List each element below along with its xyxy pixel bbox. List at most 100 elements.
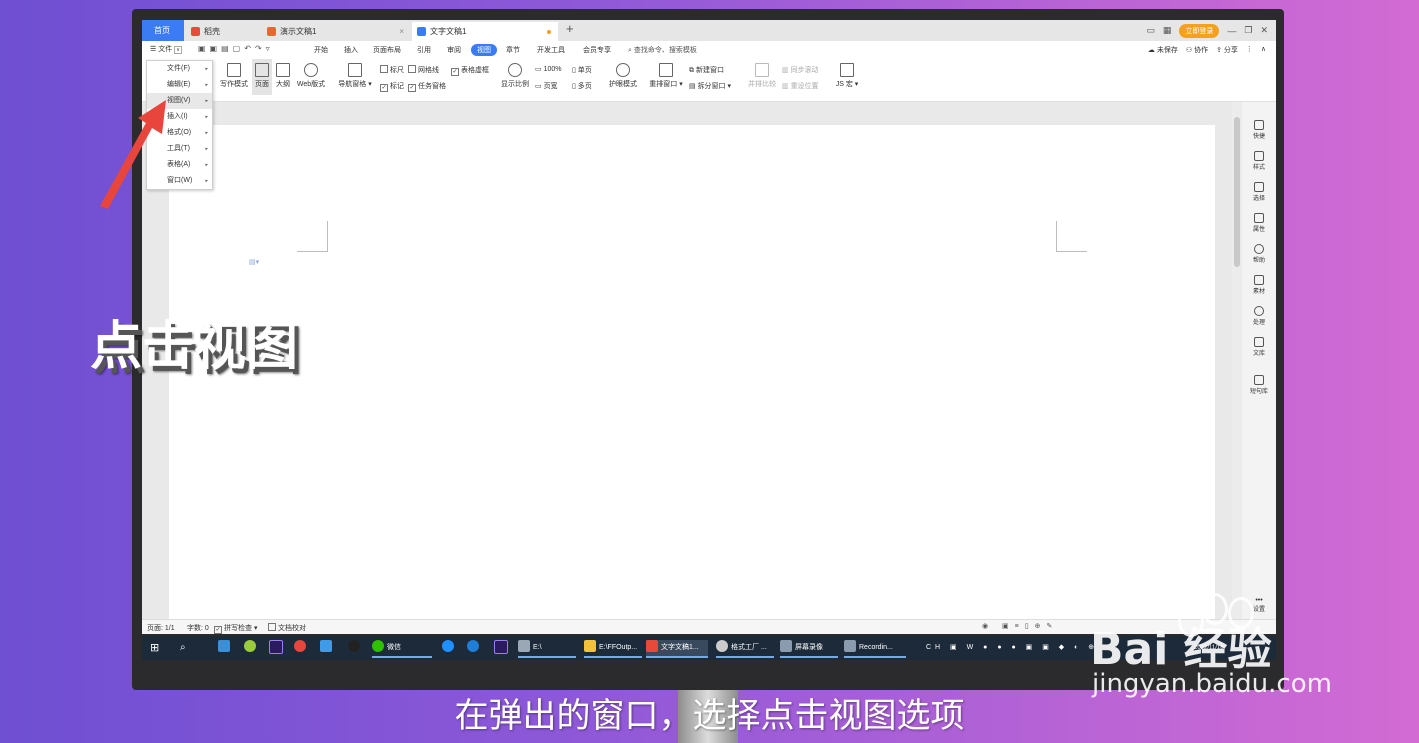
app-ie-icon[interactable]	[442, 640, 457, 656]
compare-button[interactable]: 并排比较	[746, 59, 778, 89]
doc-label: 文字文稿1...	[661, 644, 699, 651]
sidebar-label: 素材	[1252, 289, 1265, 295]
new-window-button[interactable]: ⧉ 新建窗口	[689, 65, 724, 75]
zoom-button[interactable]: 显示比例	[499, 59, 531, 89]
eye-mode-button[interactable]: 护眼模式	[605, 59, 641, 89]
document-page[interactable]: ▤▾	[169, 125, 1215, 619]
share-button[interactable]: ⇪ 分享	[1216, 45, 1238, 55]
sync-scroll-button[interactable]: ▥ 同步滚动	[782, 65, 819, 75]
sidebar-item-select[interactable]: 选择	[1242, 182, 1276, 202]
sidebar-item-material[interactable]: 素材	[1242, 275, 1276, 295]
taskbar-ffoutput[interactable]: E:\FFOutp...	[584, 640, 642, 658]
tab-home[interactable]: 首页	[142, 20, 184, 41]
menu-reference[interactable]: 引用	[417, 45, 431, 55]
dropdown-item-file[interactable]: 文件(F) ▸	[147, 61, 212, 77]
write-mode-button[interactable]: 写作模式	[217, 59, 251, 89]
multi-page-button[interactable]: ▯ 多页	[572, 81, 592, 91]
more-icon[interactable]: ⋮	[1246, 45, 1253, 55]
app-browser-icon[interactable]	[320, 640, 335, 656]
search-command[interactable]: ⌕ 查找命令、搜索模板	[628, 45, 697, 55]
new-tab-plus-icon[interactable]: +	[566, 21, 574, 36]
menu-dev-tools[interactable]: 开发工具	[537, 45, 565, 55]
magnifier-icon	[508, 63, 522, 77]
taskbar-format-factory[interactable]: 格式工厂 ...	[716, 640, 774, 658]
collapse-icon[interactable]: ∧	[1261, 45, 1266, 55]
paragraph-icon[interactable]: ▤▾	[249, 258, 259, 266]
view-mode-icons[interactable]: ◉ ▣≡▯⊕✎	[982, 622, 1058, 630]
page-count[interactable]: 页面: 1/1	[147, 623, 175, 633]
scroll-thumb[interactable]	[1234, 117, 1240, 267]
taskbar-document[interactable]: 文字文稿1...	[646, 640, 708, 658]
zoom-100-button[interactable]: ▭ 100%	[535, 65, 561, 73]
taskbar-recording[interactable]: Recordin...	[844, 640, 906, 658]
window-close-icon[interactable]: ✕	[1260, 25, 1268, 36]
close-icon[interactable]: ×	[399, 22, 404, 41]
windows-start-icon[interactable]: ⊞	[150, 640, 159, 656]
arrange-window-button[interactable]: 重排窗口 ▾	[648, 59, 684, 89]
tab-presentation-label: 演示文稿1	[280, 27, 317, 36]
tab-presentation[interactable]: 演示文稿1 ×	[262, 22, 410, 41]
taskbar-e-drive[interactable]: E:\	[518, 640, 576, 658]
menu-review[interactable]: 审阅	[447, 45, 461, 55]
sidebar-item-process[interactable]: 处理	[1242, 306, 1276, 326]
sidebar-item-phrases[interactable]: 短句库	[1242, 375, 1276, 395]
sidebar-item-style[interactable]: 样式	[1242, 151, 1276, 171]
spell-check-button[interactable]: ✓ 拼写检查 ▾	[214, 623, 257, 634]
mark-checkbox[interactable]: ✓ 标记	[380, 81, 404, 92]
sidebar-item-shortcut[interactable]: 快捷	[1242, 120, 1276, 140]
menu-view[interactable]: 视图	[471, 44, 497, 56]
proofread-button[interactable]: 文档校对	[268, 623, 306, 633]
word-count[interactable]: 字数: 0	[187, 623, 209, 633]
single-page-button[interactable]: ▯ 单页	[572, 65, 592, 75]
tab-document[interactable]: 文字文稿1	[412, 22, 558, 41]
outline-button[interactable]: 大纲	[273, 59, 293, 89]
sidebar-item-help[interactable]: 帮助	[1242, 244, 1276, 264]
app-360-icon[interactable]	[244, 640, 259, 656]
write-mode-label: 写作模式	[220, 81, 248, 88]
minimize-icon[interactable]: —	[1227, 26, 1236, 36]
menu-chapter[interactable]: 章节	[506, 45, 520, 55]
page-view-button[interactable]: 页面	[252, 59, 272, 95]
task-pane-checkbox[interactable]: ✓ 任务窗格	[408, 81, 446, 92]
quick-access-icons[interactable]: ▣▣▤▢↶↷▿	[198, 44, 274, 53]
app-premiere-icon[interactable]	[269, 640, 286, 656]
search-icon[interactable]: ⌕	[180, 640, 186, 656]
table-grid-checkbox[interactable]: ✓ 表格虚框	[451, 65, 489, 76]
file-menu-button[interactable]: ☰ 文件 ∨	[150, 44, 182, 54]
window-controls: ▭ ▦ 立即登录 — ❐ ✕	[1146, 23, 1268, 38]
js-macro-button[interactable]: JS 宏 ▾	[834, 59, 860, 89]
unsaved-button[interactable]: ☁ 未保存	[1148, 45, 1178, 55]
app-edge-icon[interactable]	[467, 640, 482, 656]
login-button[interactable]: 立即登录	[1179, 23, 1220, 38]
app-photos-icon[interactable]	[218, 640, 233, 656]
app-chrome-icon[interactable]	[294, 640, 309, 656]
nav-pane-button[interactable]: 导航窗格 ▾	[337, 59, 373, 89]
sidebar-item-library[interactable]: 文库	[1242, 337, 1276, 357]
restore-icon[interactable]: ❐	[1244, 25, 1252, 36]
document-icon	[417, 27, 426, 36]
menu-page-layout[interactable]: 页面布局	[373, 45, 401, 55]
layout-icon[interactable]: ▭	[1146, 25, 1155, 36]
vertical-scrollbar[interactable]	[1232, 102, 1242, 619]
grid-icon[interactable]: ▦	[1163, 25, 1172, 36]
app-qq-icon[interactable]	[348, 640, 363, 656]
ffoutput-label: E:\FFOutp...	[599, 644, 638, 651]
dropdown-label: 编辑(E)	[167, 81, 191, 88]
tray-icons[interactable]: CH ▣ W ● ● ● ▣ ▣ ◆ ◐ ⊕	[926, 640, 1098, 656]
page-width-button[interactable]: ▭ 页宽	[535, 81, 558, 91]
taskbar-screen-recorder[interactable]: 屏幕录像	[780, 640, 838, 658]
ruler-checkbox[interactable]: 标尺	[380, 65, 404, 75]
menu-start[interactable]: 开始	[314, 45, 328, 55]
menu-insert[interactable]: 插入	[344, 45, 358, 55]
dropdown-item-edit[interactable]: 编辑(E) ▸	[147, 77, 212, 93]
menu-member[interactable]: 会员专享	[583, 45, 611, 55]
web-layout-button[interactable]: Web版式	[294, 59, 328, 89]
reset-position-button[interactable]: ▥ 重设位置	[782, 81, 819, 91]
split-window-button[interactable]: ▤ 拆分窗口 ▾	[689, 81, 731, 91]
gridline-checkbox[interactable]: 网格线	[408, 65, 439, 75]
collab-button[interactable]: ⚇ 协作	[1186, 45, 1208, 55]
sidebar-item-property[interactable]: 属性	[1242, 213, 1276, 233]
app-premiere2-icon[interactable]	[494, 640, 511, 656]
tab-daoke[interactable]: 稻壳	[186, 22, 260, 41]
taskbar-wechat[interactable]: 微信	[372, 640, 432, 658]
